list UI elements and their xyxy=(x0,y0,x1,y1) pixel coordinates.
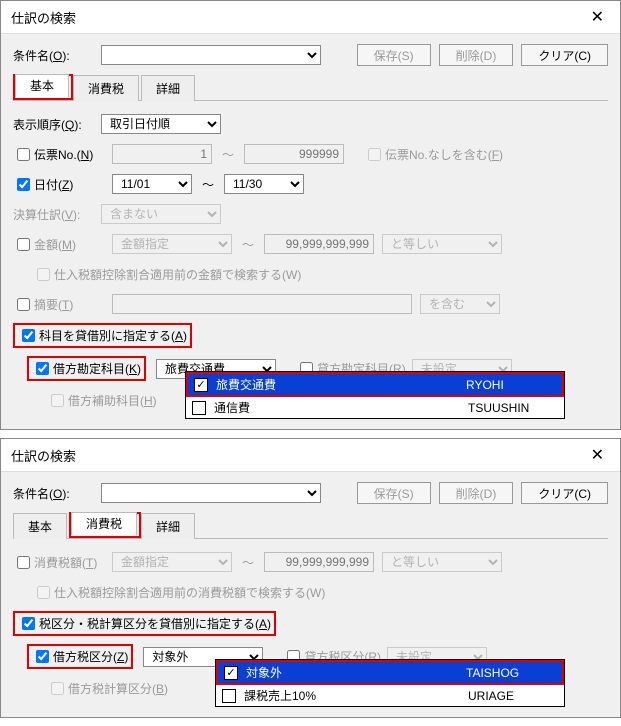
cond-name-combo[interactable] xyxy=(101,483,321,503)
tab-tax[interactable]: 消費税 xyxy=(71,512,137,536)
cond-name-combo[interactable] xyxy=(101,45,321,65)
taxamt-val[interactable] xyxy=(264,552,374,572)
summary-label: 摘要(T) xyxy=(34,296,112,313)
tab-basic[interactable]: 基本 xyxy=(15,74,69,98)
tab-tax[interactable]: 消費税 xyxy=(73,75,139,101)
delete-button[interactable]: 削除(D) xyxy=(439,44,514,66)
list-item[interactable]: ✓ 対象外 TAISHOG xyxy=(218,662,562,683)
close-icon[interactable]: ✕ xyxy=(585,7,610,27)
tab-detail[interactable]: 詳細 xyxy=(141,513,195,539)
cond-name-label: 条件名(O): xyxy=(13,485,101,502)
by-acct-box: 科目を貸借別に指定する(A) xyxy=(13,323,192,348)
include-noslip-check[interactable] xyxy=(368,148,381,161)
taxamt-check[interactable] xyxy=(17,556,30,569)
save-button[interactable]: 保存(S) xyxy=(357,482,431,504)
dr-tax-box: 借方税区分(Z) xyxy=(27,644,133,669)
amount-cond[interactable]: と等しい xyxy=(382,234,502,254)
cond-name-label: 条件名(O): xyxy=(13,47,101,64)
window-title: 仕訳の検索 xyxy=(11,8,76,27)
dr-calc-check[interactable] xyxy=(51,682,64,695)
by-acct-label: 科目を貸借別に指定する(A) xyxy=(39,327,187,344)
by-tax-box: 税区分・税計算区分を貸借別に指定する(A) xyxy=(13,611,276,636)
slipno-label: 伝票No.(N) xyxy=(34,146,112,163)
tilde: 〜 xyxy=(202,176,214,193)
closing-label: 決算仕訳(V): xyxy=(13,206,101,223)
include-noslip-label: 伝票No.なしを含む(F) xyxy=(385,146,503,163)
summary-input[interactable] xyxy=(112,294,412,314)
taxamt-label: 消費税額(T) xyxy=(34,554,112,571)
dr-acct-label: 借方勘定科目(K) xyxy=(53,360,141,377)
delete-button[interactable]: 削除(D) xyxy=(439,482,514,504)
tax-dropdown-list[interactable]: ✓ 対象外 TAISHOG 課税売上10% URIAGE xyxy=(215,659,565,707)
search-dialog-1: 仕訳の検索 ✕ 条件名(O): 保存(S) 削除(D) クリア(C) 基本 消費… xyxy=(0,0,621,430)
clear-button[interactable]: クリア(C) xyxy=(521,482,608,504)
order-combo[interactable]: 取引日付順 xyxy=(101,114,221,134)
clear-button[interactable]: クリア(C) xyxy=(521,44,608,66)
taxamt-sub-check[interactable] xyxy=(37,586,50,599)
date-from[interactable]: 11/01 xyxy=(112,174,192,194)
checkbox-icon[interactable]: ✓ xyxy=(194,378,208,392)
tabs: 基本 消費税 詳細 xyxy=(13,74,608,101)
taxamt-sub-label: 仕入税額控除割合適用前の消費税額で検索する(W) xyxy=(54,584,325,601)
summary-check[interactable] xyxy=(17,298,30,311)
list-item[interactable]: 通信費 TSUUSHIN xyxy=(186,397,564,418)
closing-combo[interactable]: 含まない xyxy=(101,204,221,224)
order-label: 表示順序(Q): xyxy=(13,116,101,133)
list-item[interactable]: 課税売上10% URIAGE xyxy=(216,685,564,706)
tab-basic[interactable]: 基本 xyxy=(13,513,67,539)
taxamt-spec[interactable]: 金額指定 xyxy=(112,552,232,572)
by-tax-label: 税区分・税計算区分を貸借別に指定する(A) xyxy=(39,615,271,632)
slipno-check[interactable] xyxy=(17,148,30,161)
amount-label: 金額(M) xyxy=(34,236,112,253)
amount-sub-label: 仕入税額控除割合適用前の金額で検索する(W) xyxy=(54,266,301,283)
checkbox-icon[interactable] xyxy=(222,689,236,703)
tilde: 〜 xyxy=(222,146,234,163)
dr-acct-check[interactable] xyxy=(36,362,49,375)
titlebar: 仕訳の検索 ✕ xyxy=(1,439,620,472)
amount-val[interactable] xyxy=(264,234,374,254)
dr-acct-box: 借方勘定科目(K) xyxy=(27,356,146,381)
checkbox-icon[interactable] xyxy=(192,401,206,415)
titlebar: 仕訳の検索 ✕ xyxy=(1,1,620,34)
amount-sub-check[interactable] xyxy=(37,268,50,281)
dr-sub-label: 借方補助科目(H) xyxy=(68,392,157,409)
window-title: 仕訳の検索 xyxy=(11,446,76,465)
close-icon[interactable]: ✕ xyxy=(585,445,610,465)
tabs: 基本 消費税 詳細 xyxy=(13,512,608,539)
dr-sub-check[interactable] xyxy=(51,394,64,407)
slipno-from[interactable] xyxy=(112,144,212,164)
slipno-to[interactable] xyxy=(244,144,344,164)
amount-check[interactable] xyxy=(17,238,30,251)
dr-tax-label: 借方税区分(Z) xyxy=(53,648,128,665)
dr-calc-label: 借方税計算区分(B) xyxy=(68,680,168,697)
tab-detail[interactable]: 詳細 xyxy=(141,75,195,101)
list-item[interactable]: ✓ 旅費交通費 RYOHI xyxy=(188,374,562,395)
acct-dropdown-list[interactable]: ✓ 旅費交通費 RYOHI 通信費 TSUUSHIN xyxy=(185,371,565,419)
taxamt-cond[interactable]: と等しい xyxy=(382,552,502,572)
search-dialog-2: 仕訳の検索 ✕ 条件名(O): 保存(S) 削除(D) クリア(C) 基本 消費… xyxy=(0,438,621,718)
dr-tax-check[interactable] xyxy=(36,650,49,663)
checkbox-icon[interactable]: ✓ xyxy=(224,666,238,680)
by-acct-check[interactable] xyxy=(22,329,35,342)
date-check[interactable] xyxy=(17,178,30,191)
by-tax-check[interactable] xyxy=(22,617,35,630)
date-to[interactable]: 11/30 xyxy=(224,174,304,194)
save-button[interactable]: 保存(S) xyxy=(357,44,431,66)
summary-cond[interactable]: を含む xyxy=(420,294,500,314)
date-label: 日付(Z) xyxy=(34,176,112,193)
amount-spec[interactable]: 金額指定 xyxy=(112,234,232,254)
